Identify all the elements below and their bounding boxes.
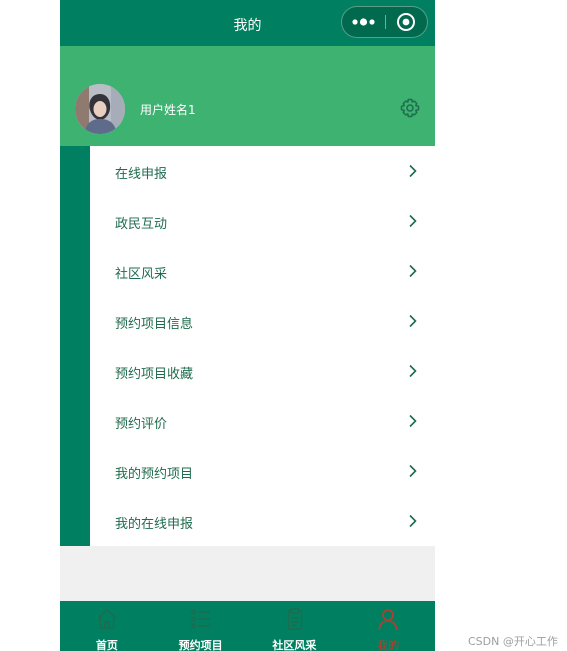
username: 用户姓名1	[140, 103, 196, 117]
menu-item-my-declarations[interactable]: 我的在线申报	[90, 496, 435, 546]
chevron-right-icon	[409, 264, 417, 278]
chevron-right-icon	[409, 514, 417, 528]
navigation-bar: 我的	[60, 0, 435, 46]
more-button[interactable]	[342, 7, 385, 37]
user-icon	[378, 609, 399, 631]
menu-item-label: 预约项目收藏	[115, 367, 194, 382]
tab-label: 预约项目	[178, 639, 223, 651]
tab-label: 我的	[377, 639, 400, 651]
tab-home[interactable]: 首页	[60, 601, 154, 651]
close-miniprogram-button[interactable]	[386, 7, 427, 37]
menu-item-label: 在线申报	[115, 167, 168, 182]
settings-button[interactable]	[400, 98, 420, 118]
gear-icon	[400, 98, 420, 118]
more-dots-icon	[352, 18, 375, 26]
menu-item-label: 政民互动	[115, 217, 168, 232]
watermark: CSDN @开心工作室	[468, 635, 558, 648]
menu-item-label: 我的预约项目	[115, 467, 194, 482]
tab-label: 社区风采	[272, 639, 317, 651]
target-icon	[397, 13, 415, 31]
menu-item-label: 我的在线申报	[115, 517, 194, 532]
chevron-right-icon	[409, 414, 417, 428]
phone-screen: 我的 用户姓名1 在线申报 政民互动 社区风采 预约项目信息 预约项目收藏 预约…	[60, 0, 435, 651]
tab-mine[interactable]: 我的	[341, 601, 435, 651]
chevron-right-icon	[409, 214, 417, 228]
tab-booking-items[interactable]: 预约项目	[154, 601, 248, 651]
menu-item-label: 预约评价	[115, 417, 168, 432]
tab-community[interactable]: 社区风采	[248, 601, 342, 651]
menu-list: 在线申报 政民互动 社区风采 预约项目信息 预约项目收藏 预约评价 我的预约项目	[90, 146, 435, 546]
chevron-right-icon	[409, 364, 417, 378]
menu-item-citizen-interaction[interactable]: 政民互动	[90, 196, 435, 246]
menu-item-label: 社区风采	[115, 267, 168, 282]
menu-item-my-bookings[interactable]: 我的预约项目	[90, 446, 435, 496]
tab-label: 首页	[95, 639, 118, 651]
avatar-image	[75, 84, 125, 134]
clipboard-icon	[287, 608, 302, 630]
chevron-right-icon	[409, 314, 417, 328]
menu-item-label: 预约项目信息	[115, 317, 194, 332]
menu-side-bar	[60, 146, 90, 546]
menu-item-booking-favorites[interactable]: 预约项目收藏	[90, 346, 435, 396]
menu-item-booking-review[interactable]: 预约评价	[90, 396, 435, 446]
chevron-right-icon	[409, 164, 417, 178]
list-icon	[190, 609, 210, 629]
menu-item-booking-info[interactable]: 预约项目信息	[90, 296, 435, 346]
profile-header: 用户姓名1	[60, 46, 435, 146]
chevron-right-icon	[409, 464, 417, 478]
menu-item-online-declaration[interactable]: 在线申报	[90, 146, 435, 196]
home-icon	[97, 609, 117, 629]
capsule-menu	[341, 6, 428, 38]
tab-bar: 首页 预约项目 社区风采 我的	[60, 601, 435, 651]
menu-item-community-showcase[interactable]: 社区风采	[90, 246, 435, 296]
avatar[interactable]	[75, 84, 125, 134]
